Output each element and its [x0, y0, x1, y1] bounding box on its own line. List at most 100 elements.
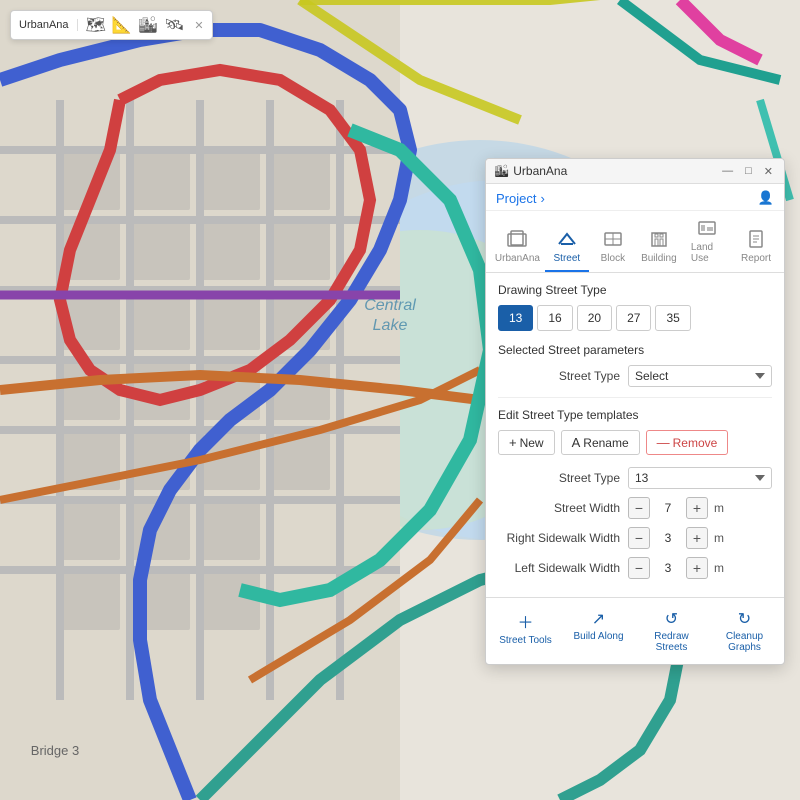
right-sidewalk-label: Right Sidewalk Width [498, 531, 628, 545]
minimize-button[interactable]: — [719, 165, 736, 178]
cleanup-graphs-label: Cleanup Graphs [713, 631, 776, 653]
tab-street-label: Street [554, 253, 581, 264]
cleanup-graphs-icon: ↻ [738, 609, 751, 629]
left-sidewalk-minus[interactable]: − [628, 557, 650, 579]
panel-content: Drawing Street Type 13 16 20 27 35 Selec… [486, 273, 784, 597]
panel: 🏙 UrbanAna — □ ✕ Project › 👤 UrbanAna St [485, 158, 785, 665]
redraw-streets-label: Redraw Streets [640, 631, 703, 653]
street-width-row: Street Width − 7 + m [498, 497, 772, 519]
maximize-button[interactable]: □ [742, 165, 755, 178]
svg-text:Bridge 3: Bridge 3 [31, 743, 79, 758]
rename-icon: A [572, 435, 581, 450]
redraw-streets-icon: ↺ [665, 609, 678, 629]
breadcrumb-project[interactable]: Project [496, 191, 536, 206]
street-width-label: Street Width [498, 501, 628, 515]
svg-text:Lake: Lake [373, 317, 408, 334]
edit-buttons: + New A Rename — Remove [498, 430, 772, 455]
rename-button[interactable]: A Rename [561, 430, 640, 455]
tab-landuse-icon [697, 219, 717, 240]
panel-title: 🏙 UrbanAna [494, 164, 567, 178]
left-sidewalk-value: 3 [654, 561, 682, 575]
toolbar-close[interactable]: ✕ [194, 19, 203, 32]
right-sidewalk-stepper: − 3 + m [628, 527, 724, 549]
tab-report-icon [746, 230, 766, 251]
remove-button[interactable]: — Remove [646, 430, 729, 455]
tab-building-icon [649, 230, 669, 251]
tab-urbanana-icon [507, 230, 527, 251]
remove-icon: — [657, 435, 670, 450]
street-width-minus[interactable]: − [628, 497, 650, 519]
panel-breadcrumb: Project › 👤 [486, 184, 784, 211]
tab-urbanana[interactable]: UrbanAna [492, 226, 543, 272]
tab-building-label: Building [641, 253, 677, 264]
street-type-param-label: Street Type [498, 369, 628, 383]
street-type-select[interactable]: Select 13 16 20 27 35 [628, 365, 772, 387]
build-along-label: Build Along [573, 631, 623, 642]
tab-street-icon [557, 230, 577, 251]
street-width-plus[interactable]: + [686, 497, 708, 519]
right-sidewalk-unit: m [714, 531, 724, 545]
build-along-button[interactable]: ↗ Build Along [563, 604, 634, 658]
left-sidewalk-label: Left Sidewalk Width [498, 561, 628, 575]
left-sidewalk-plus[interactable]: + [686, 557, 708, 579]
tab-block[interactable]: Block [591, 226, 635, 272]
tab-report-label: Report [741, 253, 771, 264]
layers-icon[interactable]: 📐 [112, 15, 132, 35]
st-btn-27[interactable]: 27 [616, 305, 651, 331]
street-type-param-row: Street Type Select 13 16 20 27 35 [498, 365, 772, 387]
right-sidewalk-minus[interactable]: − [628, 527, 650, 549]
street-tools-button[interactable]: ＋ Street Tools [490, 604, 561, 658]
tab-urbanana-label: UrbanAna [495, 253, 540, 264]
st-btn-35[interactable]: 35 [655, 305, 690, 331]
selected-params-title: Selected Street parameters [498, 343, 772, 357]
toolbar-title: UrbanAna [19, 19, 78, 31]
right-sidewalk-plus[interactable]: + [686, 527, 708, 549]
tab-landuse[interactable]: Land Use [683, 215, 732, 272]
tab-landuse-label: Land Use [691, 242, 724, 264]
right-sidewalk-row: Right Sidewalk Width − 3 + m [498, 527, 772, 549]
edit-street-type-row: Street Type 13 16 20 27 35 [498, 467, 772, 489]
map-icon[interactable]: 🗺 [86, 15, 106, 35]
drawing-section-title: Drawing Street Type [498, 283, 772, 297]
user-icon[interactable]: 👤 [758, 190, 774, 206]
new-icon: + [509, 435, 517, 450]
left-sidewalk-row: Left Sidewalk Width − 3 + m [498, 557, 772, 579]
street-width-value: 7 [654, 501, 682, 515]
window-controls: — □ ✕ [719, 165, 776, 178]
edit-templates-title: Edit Street Type templates [498, 408, 772, 422]
new-button[interactable]: + New [498, 430, 555, 455]
new-label: New [520, 436, 544, 450]
divider-1 [498, 397, 772, 398]
street-tools-icon: ＋ [517, 609, 533, 633]
panel-footer: ＋ Street Tools ↗ Build Along ↺ Redraw St… [486, 597, 784, 664]
panel-title-text: UrbanAna [513, 164, 567, 178]
build-along-icon: ↗ [592, 609, 605, 629]
tab-street[interactable]: Street [545, 226, 589, 272]
st-btn-16[interactable]: 16 [537, 305, 572, 331]
svg-text:Central: Central [364, 297, 416, 314]
tab-block-icon [603, 230, 623, 251]
satellite-icon[interactable]: 🛰 [164, 15, 184, 35]
redraw-streets-button[interactable]: ↺ Redraw Streets [636, 604, 707, 658]
tab-report[interactable]: Report [734, 226, 778, 272]
close-button[interactable]: ✕ [761, 165, 776, 178]
panel-app-icon: 🏙 [494, 164, 509, 178]
tab-building[interactable]: Building [637, 226, 681, 272]
panel-tabs: UrbanAna Street Block Building Land Use [486, 211, 784, 273]
left-sidewalk-unit: m [714, 561, 724, 575]
cleanup-graphs-button[interactable]: ↻ Cleanup Graphs [709, 604, 780, 658]
left-sidewalk-stepper: − 3 + m [628, 557, 724, 579]
street-tools-label: Street Tools [499, 635, 552, 646]
edit-street-type-select[interactable]: 13 16 20 27 35 [628, 467, 772, 489]
breadcrumb-arrow: › [540, 191, 544, 206]
street-type-buttons: 13 16 20 27 35 [498, 305, 772, 331]
remove-label: Remove [673, 436, 718, 450]
st-btn-20[interactable]: 20 [577, 305, 612, 331]
street-width-unit: m [714, 501, 724, 515]
breadcrumb-left[interactable]: Project › [496, 191, 545, 206]
3d-icon[interactable]: 🏙 [138, 15, 158, 35]
st-btn-13[interactable]: 13 [498, 305, 533, 331]
street-width-stepper: − 7 + m [628, 497, 724, 519]
tab-block-label: Block [601, 253, 625, 264]
rename-label: Rename [583, 436, 628, 450]
